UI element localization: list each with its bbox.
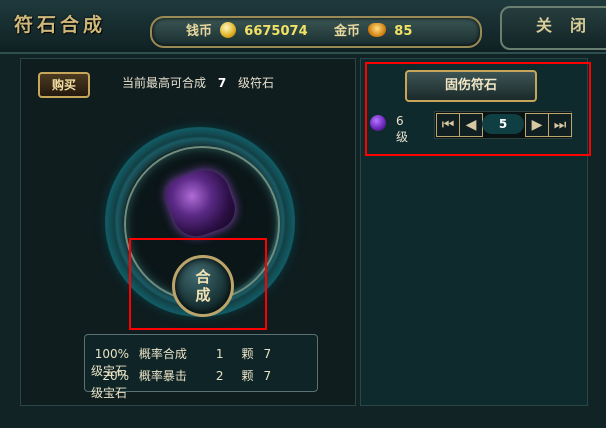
probability-count: 1 — [215, 347, 224, 361]
buy-button[interactable]: 购买 — [38, 72, 90, 98]
gold-label: 金币 — [334, 24, 361, 39]
max-level-value: 7 — [217, 76, 227, 90]
coin-icon — [220, 22, 237, 38]
probability-text: 概率合成 — [138, 347, 187, 361]
prev-button[interactable]: ◀ — [459, 113, 483, 137]
first-button[interactable]: ⏮ — [436, 113, 460, 137]
probability-level: 7 — [263, 369, 272, 383]
rune-level: 6级 — [396, 114, 409, 144]
probability-unit: 颗 — [241, 369, 254, 383]
last-button[interactable]: ⏭ — [548, 113, 572, 137]
probability-count: 2 — [215, 369, 224, 383]
rune-type-button[interactable]: 固伤符石 — [405, 70, 537, 102]
max-level-suffix: 级符石 — [238, 76, 275, 90]
rune-compose-window: 符石合成 钱币 6675074 金币 85 关闭 购买 当前最高可合成 7 级符… — [0, 0, 606, 428]
next-button[interactable]: ▶ — [525, 113, 549, 137]
gold-value: 85 — [394, 24, 413, 39]
currency-bar: 钱币 6675074 金币 85 — [150, 16, 482, 48]
probability-percent: 20% — [102, 369, 129, 383]
max-level-prefix: 当前最高可合成 — [122, 76, 207, 90]
probability-percent: 100% — [94, 347, 129, 361]
probability-text: 概率暴击 — [138, 369, 187, 383]
probability-gem: 级宝石 — [91, 386, 128, 400]
highlight-box-compose — [129, 238, 267, 330]
quantity-value: 5 — [482, 114, 524, 134]
gold-currency: 金币 85 — [334, 22, 412, 42]
copper-currency: 钱币 6675074 — [186, 22, 308, 42]
probability-level: 7 — [263, 347, 272, 361]
ingot-icon — [368, 23, 387, 37]
max-level-text: 当前最高可合成 7 级符石 — [122, 74, 274, 91]
top-bar: 符石合成 钱币 6675074 金币 85 关闭 — [0, 0, 606, 54]
probability-row: 20% 概率暴击 2 颗 7 级宝石 — [91, 367, 317, 401]
close-button[interactable]: 关闭 — [536, 12, 604, 36]
rune-icon — [370, 115, 386, 131]
probability-panel: 100% 概率合成 1 颗 7 级宝石 20% 概率暴击 2 颗 7 级宝石 — [84, 334, 318, 400]
quantity-stepper: ⏮ ◀ 5 ▶ ⏭ — [434, 111, 572, 139]
probability-unit: 颗 — [241, 347, 254, 361]
copper-label: 钱币 — [186, 24, 213, 39]
copper-value: 6675074 — [244, 24, 308, 39]
window-title: 符石合成 — [14, 14, 107, 36]
